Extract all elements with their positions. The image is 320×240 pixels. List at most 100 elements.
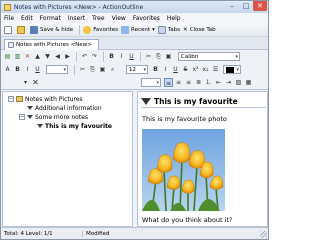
- style-select[interactable]: ▾: [141, 78, 161, 87]
- font-name-value: Calibri: [181, 53, 199, 60]
- tree-font-select[interactable]: ▾: [46, 65, 68, 74]
- root-node-icon: [16, 96, 23, 102]
- underline-icon[interactable]: U: [127, 52, 136, 61]
- tulip-photo[interactable]: [142, 129, 225, 211]
- numbered-list-icon[interactable]: ⒈: [204, 78, 213, 87]
- node-font-icon[interactable]: A: [3, 65, 12, 74]
- move-down-icon[interactable]: ▼: [43, 52, 52, 61]
- star-icon: [83, 25, 92, 34]
- close-tree-icon[interactable]: ✕: [31, 78, 40, 87]
- chevron-down-icon: ▾: [156, 80, 159, 86]
- minimize-button[interactable]: –: [225, 1, 239, 11]
- menu-view[interactable]: View: [112, 15, 126, 22]
- underline-icon[interactable]: U: [33, 65, 42, 74]
- save-hide-button[interactable]: Save & hide: [30, 25, 73, 35]
- menu-favorites[interactable]: Favorites: [133, 15, 160, 22]
- align-left-icon[interactable]: ≡: [164, 78, 173, 87]
- bullet-list-icon[interactable]: ☰: [211, 65, 220, 74]
- italic-icon[interactable]: I: [117, 52, 126, 61]
- close-icon: ✕: [183, 26, 188, 33]
- insert-table-icon[interactable]: ▦: [244, 78, 253, 87]
- close-tab-button[interactable]: ✕ Close Tab: [183, 25, 216, 35]
- bold-icon[interactable]: B: [151, 65, 160, 74]
- italic-icon[interactable]: I: [161, 65, 170, 74]
- recent-button[interactable]: Recent ▾: [121, 25, 155, 35]
- toolbar-separator: [76, 51, 77, 62]
- toolbar-separator: [74, 64, 75, 75]
- tree-toolbar: ▤ ▥ ✕ ▲ ▼ ◀ ▶ ↶ ↷ B I U ✂ ⎘ ▣ Calibri ▾: [1, 50, 268, 63]
- color-swatch: [226, 66, 234, 73]
- status-modified: Modified: [86, 230, 110, 237]
- collapse-icon[interactable]: −: [19, 114, 25, 120]
- recent-icon: [121, 25, 130, 34]
- bold-icon[interactable]: B: [107, 52, 116, 61]
- tree-options-icon[interactable]: ▾: [21, 78, 30, 87]
- app-window: Notes with Pictures <New> - ActionOutlin…: [0, 0, 269, 240]
- menu-edit[interactable]: Edit: [21, 15, 33, 22]
- paste-icon[interactable]: ▣: [164, 52, 173, 61]
- undo-icon[interactable]: ↶: [80, 52, 89, 61]
- favorites-button[interactable]: Favorites: [83, 25, 118, 35]
- justify-icon[interactable]: ≣: [194, 78, 203, 87]
- open-button[interactable]: [17, 25, 27, 35]
- resize-grip-icon[interactable]: [260, 231, 267, 238]
- menu-file[interactable]: File: [4, 15, 14, 22]
- subscript-icon[interactable]: x₂: [201, 65, 210, 74]
- new-button[interactable]: [4, 25, 14, 35]
- collapse-icon[interactable]: −: [8, 96, 14, 102]
- align-right-icon[interactable]: ≡: [184, 78, 193, 87]
- font-color-select[interactable]: ▾: [223, 65, 241, 74]
- tab-label: Notes with Pictures <New>: [16, 42, 92, 48]
- toolbar-separator: [140, 51, 141, 62]
- cut-icon[interactable]: ✂: [144, 52, 153, 61]
- node-bullet-icon: [37, 123, 43, 129]
- tabs-button[interactable]: Tabs: [157, 25, 180, 35]
- copy-icon[interactable]: ⎘: [154, 52, 163, 61]
- note-bullet-icon: [141, 98, 151, 105]
- chevron-down-icon: ▾: [63, 67, 66, 73]
- tree-node-additional-information[interactable]: Additional information: [27, 104, 102, 112]
- font-size-value: 12: [129, 66, 136, 73]
- outline-tree[interactable]: − Notes with Pictures Additional informa…: [2, 91, 133, 227]
- underline-icon[interactable]: U: [171, 65, 180, 74]
- note-text-line[interactable]: What do you think about it?: [142, 216, 232, 224]
- note-cut-icon[interactable]: ✂: [78, 65, 87, 74]
- maximize-button[interactable]: □: [239, 1, 253, 11]
- menu-tree[interactable]: Tree: [92, 15, 105, 22]
- menu-format[interactable]: Format: [40, 15, 61, 22]
- font-size-select[interactable]: 12 ▾: [126, 65, 148, 74]
- insert-picture-icon[interactable]: ▧: [234, 78, 243, 87]
- toolbar-separator: [79, 24, 81, 35]
- bold-icon[interactable]: B: [13, 65, 22, 74]
- indent-increase-icon[interactable]: ⇥: [224, 78, 233, 87]
- italic-icon[interactable]: I: [23, 65, 32, 74]
- title-bar: Notes with Pictures <New> - ActionOutlin…: [1, 1, 268, 13]
- tab-notes-with-pictures[interactable]: Notes with Pictures <New>: [4, 39, 99, 50]
- delete-node-icon[interactable]: ✕: [23, 52, 32, 61]
- note-find-icon[interactable]: ⌕: [108, 65, 117, 74]
- close-button[interactable]: ✕: [253, 1, 267, 11]
- note-paste-icon[interactable]: ▣: [98, 65, 107, 74]
- redo-icon[interactable]: ↷: [90, 52, 99, 61]
- font-name-select[interactable]: Calibri ▾: [178, 52, 240, 61]
- indent-decrease-icon[interactable]: ⇤: [214, 78, 223, 87]
- move-up-icon[interactable]: ▲: [33, 52, 42, 61]
- move-right-icon[interactable]: ▶: [63, 52, 72, 61]
- superscript-icon[interactable]: x²: [191, 65, 200, 74]
- strikethrough-icon[interactable]: S: [181, 65, 190, 74]
- tree-node-this-is-my-favourite[interactable]: This is my favourite: [37, 122, 112, 130]
- menu-insert[interactable]: Insert: [68, 15, 85, 22]
- note-editor[interactable]: This is my favourite This is my favourit…: [137, 91, 268, 227]
- note-copy-icon[interactable]: ⎘: [88, 65, 97, 74]
- move-left-icon[interactable]: ◀: [53, 52, 62, 61]
- align-center-icon[interactable]: ≡: [174, 78, 183, 87]
- add-child-icon[interactable]: ▥: [13, 52, 22, 61]
- tree-node-some-more-notes[interactable]: − Some more notes: [19, 113, 88, 121]
- tree-node-root[interactable]: − Notes with Pictures: [8, 95, 83, 103]
- add-node-icon[interactable]: ▤: [3, 52, 12, 61]
- note-title: This is my favourite: [154, 97, 238, 106]
- note-header: This is my favourite: [141, 96, 266, 108]
- note-text-line[interactable]: This is my favourite photo: [142, 115, 227, 123]
- menu-help[interactable]: Help: [167, 15, 181, 22]
- recent-label: Recent: [131, 26, 151, 33]
